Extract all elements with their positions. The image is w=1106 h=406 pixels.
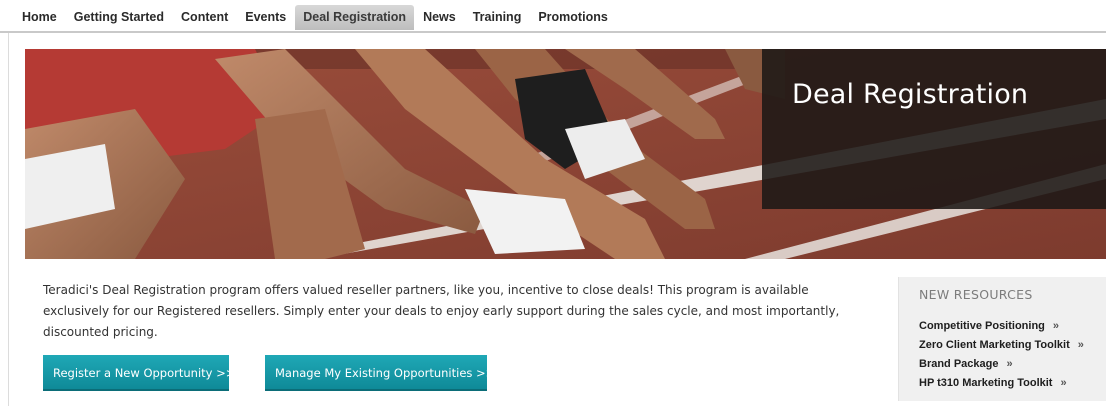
- resource-link-label: Competitive Positioning: [919, 320, 1045, 332]
- nav-item-training[interactable]: Training: [465, 5, 530, 30]
- double-chevron-right-icon: »: [1060, 377, 1067, 389]
- resource-link-competitive-positioning[interactable]: Competitive Positioning »: [919, 317, 1084, 336]
- page-title: Deal Registration: [792, 79, 1029, 110]
- resource-link-zero-client-toolkit[interactable]: Zero Client Marketing Toolkit »: [919, 336, 1084, 355]
- resource-link-brand-package[interactable]: Brand Package »: [919, 355, 1084, 374]
- hero-banner: Deal Registration: [25, 49, 1106, 259]
- content-left-border: [8, 33, 9, 406]
- nav-items: Home Getting Started Content Events Deal…: [14, 5, 617, 30]
- top-navigation: Home Getting Started Content Events Deal…: [0, 0, 1106, 33]
- nav-item-content[interactable]: Content: [173, 5, 236, 30]
- resource-link-label: HP t310 Marketing Toolkit: [919, 377, 1053, 389]
- new-resources-panel: NEW RESOURCES Competitive Positioning » Z…: [898, 277, 1106, 401]
- resources-list: Competitive Positioning » Zero Client Mar…: [919, 317, 1084, 393]
- double-chevron-right-icon: »: [1006, 358, 1013, 370]
- resource-link-hp-t310-toolkit[interactable]: HP t310 Marketing Toolkit »: [919, 374, 1084, 393]
- register-opportunity-button[interactable]: Register a New Opportunity >>: [43, 355, 235, 391]
- nav-item-home[interactable]: Home: [14, 5, 65, 30]
- intro-paragraph: Teradici's Deal Registration program off…: [43, 283, 840, 339]
- manage-opportunities-button[interactable]: Manage My Existing Opportunities >>: [265, 355, 495, 391]
- double-chevron-right-icon: »: [1077, 339, 1084, 351]
- resource-link-label: Zero Client Marketing Toolkit: [919, 339, 1070, 351]
- nav-item-deal-registration[interactable]: Deal Registration: [295, 5, 415, 30]
- nav-item-getting-started[interactable]: Getting Started: [66, 5, 172, 30]
- resources-title: NEW RESOURCES: [919, 287, 1033, 302]
- hero-title-box: Deal Registration: [762, 49, 1106, 209]
- nav-item-promotions[interactable]: Promotions: [530, 5, 615, 30]
- double-chevron-right-icon: »: [1052, 320, 1060, 332]
- nav-item-events[interactable]: Events: [237, 5, 294, 30]
- nav-item-news[interactable]: News: [415, 5, 464, 30]
- resource-link-label: Brand Package: [919, 358, 999, 370]
